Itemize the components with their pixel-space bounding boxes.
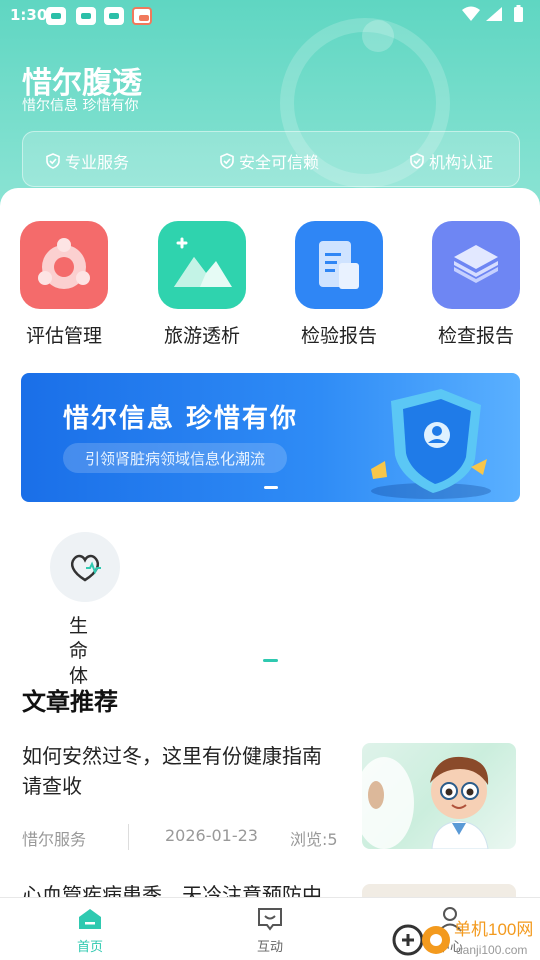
- tab-label: 首页: [76, 940, 103, 955]
- watermark-url: danji100.com: [456, 943, 527, 957]
- tab-interaction[interactable]: 互动: [220, 906, 320, 955]
- wifi-signal-battery-icon: [462, 5, 523, 22]
- vitals-entry[interactable]: 生命体: [50, 532, 120, 687]
- page-indicator: [263, 659, 278, 662]
- section-title-text: 文章推荐: [22, 688, 118, 716]
- quick-action-assessment[interactable]: 评估管理: [10, 221, 118, 348]
- article-thumbnail: [362, 743, 516, 849]
- shield-check-icon: [46, 153, 60, 169]
- quick-action-label: 评估管理: [25, 325, 102, 347]
- feature-strip: 专业服务 安全可信赖 机构认证: [22, 131, 520, 187]
- shield-illustration-icon: [371, 389, 491, 499]
- banner-subtitle: 引领肾脏病领域信息化潮流: [63, 443, 288, 473]
- tab-home[interactable]: 首页: [40, 906, 140, 955]
- feature-certified: 机构认证: [409, 149, 493, 173]
- chat-icon: [256, 906, 284, 932]
- notification-car-icon: [46, 7, 66, 25]
- assessment-icon: [20, 221, 108, 309]
- app-subtitle: 惜尔信息 珍惜有你: [22, 98, 139, 114]
- meta-divider: [128, 824, 129, 850]
- feature-label: 专业服务: [65, 153, 130, 172]
- document-icon: [295, 221, 383, 309]
- quick-action-label: 旅游透析: [163, 325, 240, 347]
- banner-indicator: [264, 486, 278, 489]
- quick-action-label: 检验报告: [300, 325, 377, 347]
- layers-icon: [432, 221, 520, 309]
- quick-action-travel-dialysis[interactable]: 旅游透析: [148, 221, 256, 348]
- feature-secure: 安全可信赖: [219, 149, 319, 173]
- article-thumbnail: [362, 884, 516, 898]
- quick-action-exam-report[interactable]: 检查报告: [422, 221, 530, 348]
- article-views: 浏览:5: [290, 830, 338, 849]
- article-source: 惜尔服务: [22, 830, 87, 849]
- tab-label: 互动: [256, 940, 283, 955]
- main-content: 评估管理 旅游透析 检验报告 检查报告 惜尔信息 珍惜有你 引领肾脏病领域信息化…: [0, 188, 540, 900]
- watermark-text: 单机100网: [454, 920, 533, 939]
- quick-action-lab-report[interactable]: 检验报告: [285, 221, 393, 348]
- status-bar: 1:30: [0, 0, 540, 32]
- section-title: 文章推荐: [22, 682, 118, 717]
- quick-action-label: 检查报告: [437, 325, 514, 347]
- notification-app-icon: [132, 7, 152, 25]
- vitals-label: 生命体: [69, 615, 89, 687]
- shield-check-icon: [410, 153, 424, 169]
- promo-banner[interactable]: 惜尔信息 珍惜有你 引领肾脏病领域信息化潮流: [21, 373, 520, 502]
- shield-check-icon: [220, 153, 234, 169]
- article-date: 2026-01-23: [165, 826, 258, 845]
- home-icon: [76, 906, 104, 932]
- feature-professional: 专业服务: [45, 149, 129, 173]
- notification-car-icon: [104, 7, 124, 25]
- notification-car-icon: [76, 7, 96, 25]
- article-title: 如何安然过冬，这里有份健康指南请查收: [22, 744, 322, 798]
- mountain-image-icon: [158, 221, 246, 309]
- banner-title: 惜尔信息 珍惜有你: [63, 404, 299, 434]
- system-status-icons: [460, 4, 530, 28]
- site-watermark: 单机100网 danji100.com: [388, 905, 540, 960]
- feature-label: 安全可信赖: [239, 153, 320, 172]
- heart-pulse-icon: [50, 532, 120, 602]
- feature-label: 机构认证: [429, 153, 494, 172]
- status-time: 1:30: [10, 6, 48, 24]
